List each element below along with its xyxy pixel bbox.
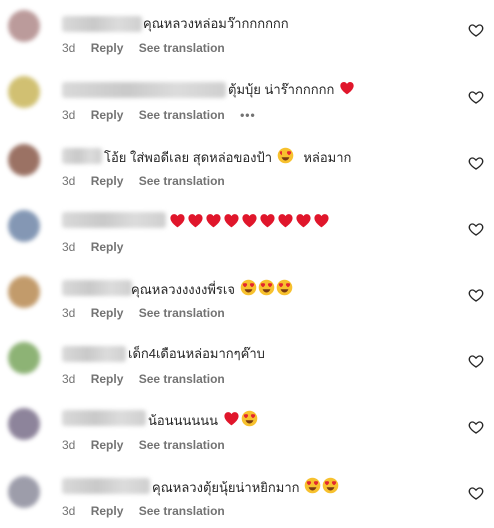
- username-blurred[interactable]: [62, 410, 146, 426]
- username-blurred[interactable]: [62, 346, 126, 362]
- red-heart-icon: [242, 214, 257, 228]
- reply-button[interactable]: Reply: [91, 372, 124, 386]
- comment-item: คุณหลวงตุ้ยนุ้ยน่าหยิกมาก 3d Reply See t…: [0, 462, 494, 528]
- reply-button[interactable]: Reply: [91, 174, 124, 188]
- comment-text: ตุ้มบุ้ย น่าร๊ากกกกก: [228, 80, 355, 99]
- comment-meta: 3d Reply See translation: [62, 371, 237, 387]
- avatar[interactable]: [8, 144, 40, 176]
- avatar[interactable]: [8, 76, 40, 108]
- red-heart-icon: [314, 214, 329, 228]
- heart-eyes-emoji-icon: [322, 477, 339, 494]
- red-heart-icon: [260, 214, 275, 228]
- heart-outline-icon[interactable]: [468, 419, 484, 435]
- comment-meta: 3d Reply See translation: [62, 40, 237, 56]
- comment-meta: 3d Reply See translation: [62, 173, 237, 189]
- timestamp: 3d: [62, 306, 76, 320]
- reply-button[interactable]: Reply: [91, 504, 124, 518]
- heart-outline-icon[interactable]: [468, 485, 484, 501]
- comment-body-tail: หล่อมาก: [303, 150, 352, 165]
- heart-eyes-emoji-icon: [240, 279, 256, 296]
- reply-button[interactable]: Reply: [91, 240, 124, 254]
- avatar[interactable]: [8, 408, 40, 440]
- comment-body: คุณหลวงตุ้ยนุ้ยน่าหยิกมาก: [152, 480, 300, 495]
- comment-body: คุณหลวงหล่อมว๊ากกกกกก: [143, 16, 289, 31]
- see-translation-button[interactable]: See translation: [139, 504, 225, 518]
- timestamp: 3d: [62, 174, 76, 188]
- red-heart-icon: [340, 82, 354, 95]
- more-options-icon[interactable]: •••: [240, 108, 256, 122]
- comment-text: เด็ก4เดือนหล่อมากๆค๊าบ: [128, 345, 265, 363]
- comment-item: โอ้ย ใส่พอดีเลย สุดหล่อของป้า หล่อมาก 3d…: [0, 132, 494, 198]
- timestamp: 3d: [62, 504, 76, 518]
- heart-eyes-emoji-icon: [304, 477, 321, 494]
- heart-outline-icon[interactable]: [468, 221, 484, 237]
- reply-button[interactable]: Reply: [91, 306, 124, 320]
- timestamp: 3d: [62, 108, 76, 122]
- comment-item: คุณหลวงงงงงพี่รเจ 3d Reply See translati…: [0, 264, 494, 330]
- comment-body: เด็ก4เดือนหล่อมากๆค๊าบ: [128, 346, 265, 361]
- red-heart-icon: [278, 214, 293, 228]
- comment-item: คุณหลวงหล่อมว๊ากกกกกก 3d Reply See trans…: [0, 0, 494, 66]
- see-translation-button[interactable]: See translation: [139, 174, 225, 188]
- avatar[interactable]: [8, 476, 40, 508]
- comment-text: [168, 212, 330, 232]
- heart-outline-icon[interactable]: [468, 89, 484, 105]
- timestamp: 3d: [62, 240, 76, 254]
- heart-eyes-emoji-icon: [241, 410, 257, 427]
- comment-item: ตุ้มบุ้ย น่าร๊ากกกกก 3d Reply See transl…: [0, 66, 494, 132]
- username-blurred[interactable]: [62, 148, 102, 164]
- red-heart-icon: [296, 214, 311, 228]
- comment-body: คุณหลวงงงงงพี่รเจ: [131, 282, 235, 297]
- comment-meta: 3d Reply See translation •••: [62, 107, 268, 123]
- see-translation-button[interactable]: See translation: [139, 306, 225, 320]
- heart-outline-icon[interactable]: [468, 22, 484, 38]
- comment-meta: 3d Reply See translation: [62, 305, 237, 321]
- comment-text: น้อนนนนนน: [148, 410, 258, 430]
- comment-body: น้อนนนนนน: [148, 413, 219, 428]
- username-blurred[interactable]: [62, 82, 226, 98]
- timestamp: 3d: [62, 438, 76, 452]
- see-translation-button[interactable]: See translation: [139, 438, 225, 452]
- comment-text: โอ้ย ใส่พอดีเลย สุดหล่อของป้า หล่อมาก: [104, 147, 351, 167]
- red-heart-icon: [206, 214, 221, 228]
- heart-outline-icon[interactable]: [468, 287, 484, 303]
- see-translation-button[interactable]: See translation: [139, 372, 225, 386]
- heart-outline-icon[interactable]: [468, 155, 484, 171]
- avatar[interactable]: [8, 276, 40, 308]
- comment-meta: 3d Reply See translation: [62, 503, 237, 519]
- comment-meta: 3d Reply: [62, 239, 135, 255]
- red-heart-icon: [188, 214, 203, 228]
- comment-item: 3d Reply: [0, 198, 494, 264]
- avatar[interactable]: [8, 10, 40, 42]
- comment-item: น้อนนนนนน 3d Reply See translation: [0, 396, 494, 462]
- comment-text: คุณหลวงหล่อมว๊ากกกกกก: [143, 15, 289, 33]
- comment-body: โอ้ย ใส่พอดีเลย สุดหล่อของป้า: [104, 150, 273, 165]
- username-blurred[interactable]: [62, 478, 150, 494]
- avatar[interactable]: [8, 210, 40, 242]
- heart-eyes-emoji-icon: [258, 279, 274, 296]
- comment-meta: 3d Reply See translation: [62, 437, 237, 453]
- reply-button[interactable]: Reply: [91, 438, 124, 452]
- username-blurred[interactable]: [62, 212, 166, 228]
- see-translation-button[interactable]: See translation: [139, 41, 225, 55]
- comment-body: ตุ้มบุ้ย น่าร๊ากกกกก: [228, 82, 335, 97]
- username-blurred[interactable]: [62, 16, 142, 32]
- red-heart-icon: [224, 214, 239, 228]
- heart-outline-icon[interactable]: [468, 353, 484, 369]
- reply-button[interactable]: Reply: [91, 108, 124, 122]
- red-heart-icon: [224, 412, 239, 426]
- heart-eyes-emoji-icon: [276, 279, 292, 296]
- heart-eyes-emoji-icon: [277, 147, 293, 164]
- username-blurred[interactable]: [62, 280, 132, 296]
- timestamp: 3d: [62, 41, 76, 55]
- timestamp: 3d: [62, 372, 76, 386]
- red-heart-icon: [170, 214, 185, 228]
- reply-button[interactable]: Reply: [91, 41, 124, 55]
- avatar[interactable]: [8, 342, 40, 374]
- comment-text: คุณหลวงตุ้ยนุ้ยน่าหยิกมาก: [152, 477, 339, 497]
- comment-text: คุณหลวงงงงงพี่รเจ: [131, 279, 293, 299]
- comment-item: เด็ก4เดือนหล่อมากๆค๊าบ 3d Reply See tran…: [0, 330, 494, 396]
- see-translation-button[interactable]: See translation: [139, 108, 225, 122]
